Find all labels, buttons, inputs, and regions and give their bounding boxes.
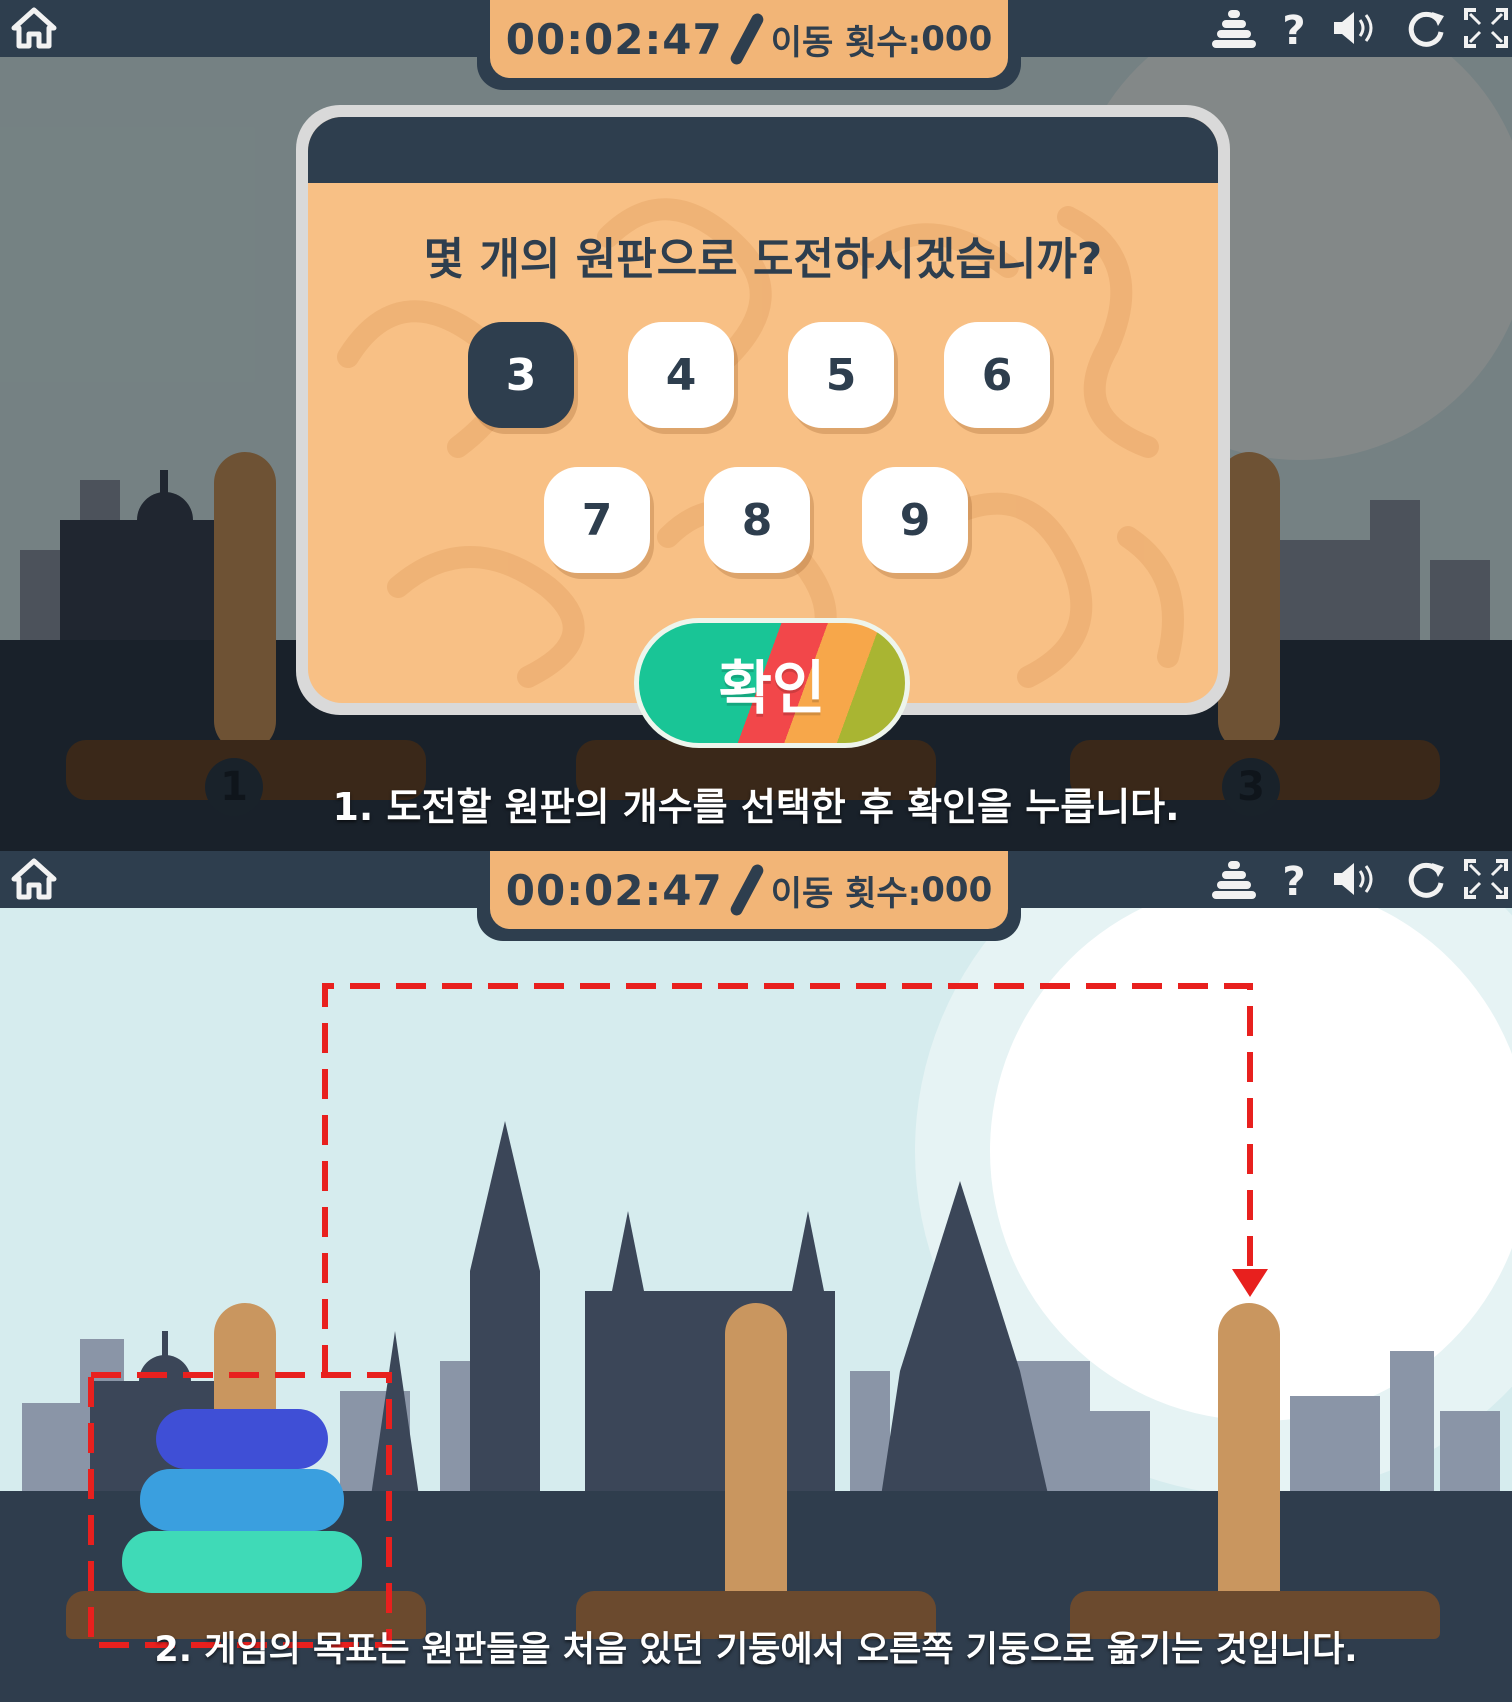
svg-text:?: ? (1282, 859, 1305, 901)
sound-icon[interactable] (1330, 6, 1378, 50)
step2-caption: 2. 게임의 목표는 원판들을 처음 있던 기둥에서 오른쪽 기둥으로 옮기는 … (154, 1630, 1358, 1670)
confirm-button-label: 확인 (718, 654, 826, 722)
moves-count: 000 (921, 870, 993, 910)
timer-divider (728, 862, 766, 918)
moves-label: 이동 횟수: (770, 22, 922, 63)
step2-panel: 00:02:47 이동 횟수: 000 ? 2. 게임의 목표는 원판들을 처음… (0, 851, 1512, 1702)
disk-option-4[interactable]: 4 (628, 322, 734, 428)
timer-panel: 00:02:47 이동 횟수: 000 (477, 0, 1021, 90)
confirm-button[interactable]: 확인 (634, 618, 910, 748)
timer-divider (728, 11, 766, 67)
move-path-line (322, 983, 1253, 1375)
moves-count: 000 (921, 19, 993, 59)
help-icon[interactable]: ? (1270, 857, 1318, 901)
home-icon[interactable] (10, 6, 58, 50)
timer-panel: 00:02:47 이동 횟수: 000 (477, 851, 1021, 941)
timer-readout: 00:02:47 (505, 865, 723, 915)
disk-option-8[interactable]: 8 (704, 467, 810, 573)
timer-readout: 00:02:47 (505, 14, 723, 64)
tower-icon[interactable] (1210, 857, 1258, 901)
target-arrow-icon (1232, 1269, 1268, 1297)
tower-icon[interactable] (1210, 6, 1258, 50)
fullscreen-icon[interactable] (1462, 857, 1510, 901)
disk-option-6[interactable]: 6 (944, 322, 1050, 428)
restart-icon[interactable] (1402, 857, 1450, 901)
sound-icon[interactable] (1330, 857, 1378, 901)
game-scene (0, 851, 1512, 1702)
disk-option-5[interactable]: 5 (788, 322, 894, 428)
svg-text:?: ? (1282, 8, 1305, 50)
guide-overlay (88, 983, 1268, 1648)
source-highlight-box (88, 1372, 392, 1648)
help-icon[interactable]: ? (1270, 6, 1318, 50)
disk-option-3[interactable]: 3 (468, 322, 574, 428)
moves-label: 이동 횟수: (770, 873, 922, 914)
home-icon[interactable] (10, 857, 58, 901)
fullscreen-icon[interactable] (1462, 6, 1510, 50)
step1-caption: 1. 도전할 원판의 개수를 선택한 후 확인을 누릅니다. (332, 785, 1180, 829)
restart-icon[interactable] (1402, 6, 1450, 50)
disk-option-7[interactable]: 7 (544, 467, 650, 573)
step1-panel: 1 3 00:02:47 이동 횟수: 000 ? 몇 개의 원판으로 도전하시… (0, 0, 1512, 851)
dialog-pattern (337, 198, 1184, 688)
dialog-header (308, 117, 1218, 183)
disk-option-9[interactable]: 9 (862, 467, 968, 573)
dialog-question: 몇 개의 원판으로 도전하시겠습니까? (423, 234, 1103, 285)
